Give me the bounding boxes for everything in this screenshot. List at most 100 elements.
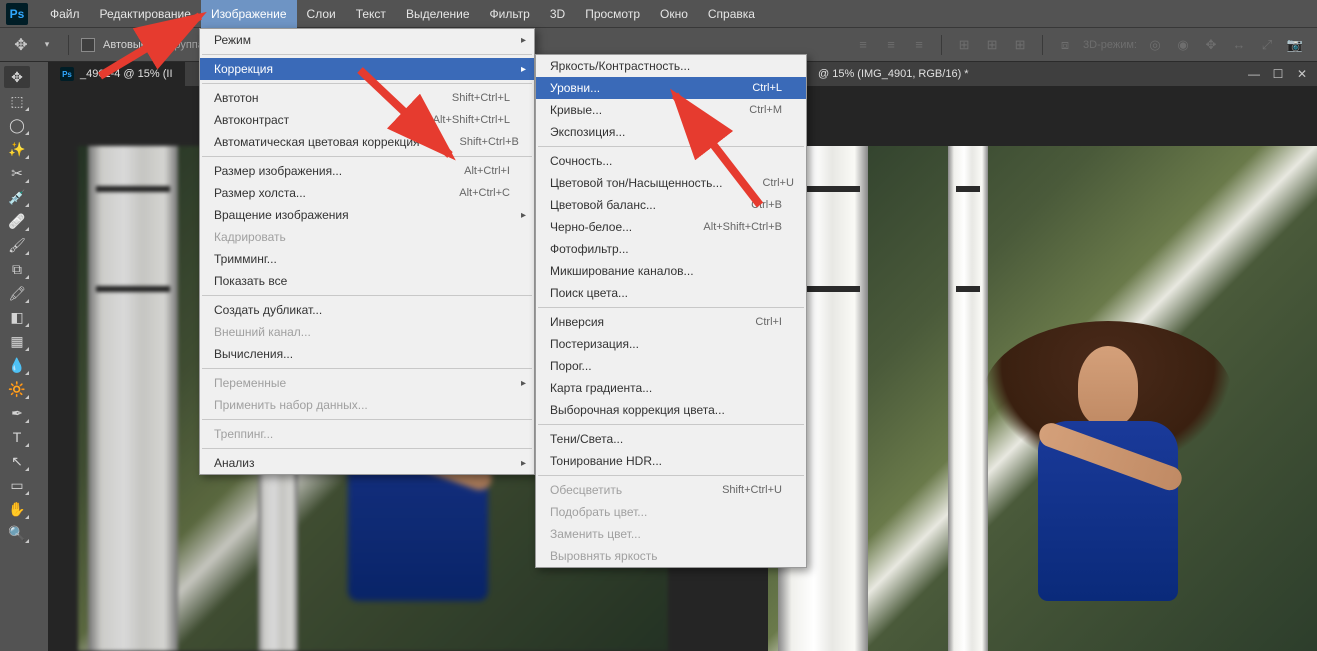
history-brush-tool[interactable]: 🖍 — [4, 282, 30, 304]
autoselect-checkbox[interactable] — [81, 38, 95, 52]
image-menu-item-10[interactable]: Вращение изображения — [200, 204, 534, 226]
menu-separator — [202, 419, 532, 420]
type-tool[interactable]: T — [4, 426, 30, 448]
adjust-menu-item-20[interactable]: Тонирование HDR... — [536, 450, 806, 472]
autoselect-label: Автовыбор: — [103, 39, 162, 51]
3d-icon[interactable]: ⧈ — [1055, 35, 1075, 55]
3d-slide-icon[interactable]: ↔ — [1229, 35, 1249, 55]
blur-tool[interactable]: 💧 — [4, 354, 30, 376]
menu-view[interactable]: Просмотр — [575, 0, 650, 28]
image-menu-item-19: Переменные — [200, 372, 534, 394]
menu-item-label: Создать дубликат... — [214, 303, 322, 317]
zoom-tool[interactable]: 🔍 — [4, 522, 30, 544]
gradient-tool[interactable]: ▦ — [4, 330, 30, 352]
image-menu-item-0[interactable]: Режим — [200, 29, 534, 51]
image-menu-item-15[interactable]: Создать дубликат... — [200, 299, 534, 321]
adjust-menu-item-10[interactable]: Микширование каналов... — [536, 260, 806, 282]
adjust-menu-item-14[interactable]: Постеризация... — [536, 333, 806, 355]
3d-orbit-icon[interactable]: ◎ — [1145, 35, 1165, 55]
adjust-menu-item-16[interactable]: Карта градиента... — [536, 377, 806, 399]
align-left-icon[interactable]: ≡ — [853, 35, 873, 55]
menu-item-label: Заменить цвет... — [550, 527, 641, 541]
adjust-menu-item-19[interactable]: Тени/Света... — [536, 428, 806, 450]
close-button[interactable]: ✕ — [1291, 65, 1313, 83]
image-menu-item-8[interactable]: Размер изображения...Alt+Ctrl+I — [200, 160, 534, 182]
distribute-2-icon[interactable]: ⊞ — [982, 35, 1002, 55]
adjust-menu-item-25: Выровнять яркость — [536, 545, 806, 567]
clone-stamp-tool[interactable]: ⧉ — [4, 258, 30, 280]
menu-item-label: Вычисления... — [214, 347, 293, 361]
adjust-menu-item-13[interactable]: ИнверсияCtrl+I — [536, 311, 806, 333]
menu-item-label: Тримминг... — [214, 252, 277, 266]
menu-bar: Ps Файл Редактирование Изображение Слои … — [0, 0, 1317, 28]
distribute-3-icon[interactable]: ⊞ — [1010, 35, 1030, 55]
image-menu-item-4[interactable]: АвтотонShift+Ctrl+L — [200, 87, 534, 109]
3d-scale-icon[interactable]: ⤢ — [1257, 35, 1277, 55]
magic-wand-tool[interactable]: ✨ — [4, 138, 30, 160]
adjust-menu-item-8[interactable]: Черно-белое...Alt+Shift+Ctrl+B — [536, 216, 806, 238]
menu-item-label: Анализ — [214, 456, 255, 470]
menu-select[interactable]: Выделение — [396, 0, 480, 28]
adjust-menu-item-1[interactable]: Уровни...Ctrl+L — [536, 77, 806, 99]
maximize-button[interactable]: ☐ — [1267, 65, 1289, 83]
lasso-tool[interactable]: ◯ — [4, 114, 30, 136]
3d-pan-icon[interactable]: ✥ — [1201, 35, 1221, 55]
document-tab-2-title[interactable]: @ 15% (IMG_4901, RGB/16) * — [818, 68, 969, 80]
image-menu-item-17[interactable]: Вычисления... — [200, 343, 534, 365]
menu-layers[interactable]: Слои — [297, 0, 346, 28]
menu-filter[interactable]: Фильтр — [480, 0, 540, 28]
adjust-menu-item-11[interactable]: Поиск цвета... — [536, 282, 806, 304]
menu-help[interactable]: Справка — [698, 0, 765, 28]
distribute-1-icon[interactable]: ⊞ — [954, 35, 974, 55]
image-menu-item-24[interactable]: Анализ — [200, 452, 534, 474]
move-tool[interactable]: ✥ — [4, 66, 30, 88]
3d-roll-icon[interactable]: ◉ — [1173, 35, 1193, 55]
adjust-menu-item-17[interactable]: Выборочная коррекция цвета... — [536, 399, 806, 421]
adjust-menu-item-5[interactable]: Сочность... — [536, 150, 806, 172]
pen-tool[interactable]: ✒ — [4, 402, 30, 424]
hand-tool[interactable]: ✋ — [4, 498, 30, 520]
adjustments-submenu: Яркость/Контрастность...Уровни...Ctrl+LК… — [535, 54, 807, 568]
menu-image[interactable]: Изображение — [201, 0, 297, 28]
window-controls: — ☐ ✕ — [1243, 62, 1313, 86]
adjust-menu-item-2[interactable]: Кривые...Ctrl+M — [536, 99, 806, 121]
eyedropper-tool[interactable]: 💉 — [4, 186, 30, 208]
path-selection-tool[interactable]: ↖ — [4, 450, 30, 472]
menu-window[interactable]: Окно — [650, 0, 698, 28]
menu-edit[interactable]: Редактирование — [90, 0, 201, 28]
menu-item-label: Тени/Света... — [550, 432, 623, 446]
menu-separator — [538, 475, 804, 476]
image-menu-item-5[interactable]: АвтоконтрастAlt+Shift+Ctrl+L — [200, 109, 534, 131]
menu-file[interactable]: Файл — [40, 0, 90, 28]
document-tab-1[interactable]: Ps _4901-4 @ 15% (II — [48, 62, 185, 86]
dropdown-icon[interactable]: ▾ — [38, 36, 56, 54]
minimize-button[interactable]: — — [1243, 65, 1265, 83]
brush-tool[interactable]: 🖌 — [4, 234, 30, 256]
image-menu-item-6[interactable]: Автоматическая цветовая коррекцияShift+C… — [200, 131, 534, 153]
rectangle-tool[interactable]: ▭ — [4, 474, 30, 496]
eraser-tool[interactable]: ◧ — [4, 306, 30, 328]
adjust-menu-item-9[interactable]: Фотофильтр... — [536, 238, 806, 260]
3d-camera-icon[interactable]: 📷 — [1285, 35, 1305, 55]
menu-item-label: Кривые... — [550, 103, 602, 117]
menu-type[interactable]: Текст — [346, 0, 396, 28]
adjust-menu-item-0[interactable]: Яркость/Контрастность... — [536, 55, 806, 77]
crop-tool[interactable]: ✂ — [4, 162, 30, 184]
adjust-menu-item-6[interactable]: Цветовой тон/Насыщенность...Ctrl+U — [536, 172, 806, 194]
align-right-icon[interactable]: ≡ — [909, 35, 929, 55]
adjust-menu-item-3[interactable]: Экспозиция... — [536, 121, 806, 143]
dodge-tool[interactable]: 🔆 — [4, 378, 30, 400]
adjust-menu-item-7[interactable]: Цветовой баланс...Ctrl+B — [536, 194, 806, 216]
image-menu-item-13[interactable]: Показать все — [200, 270, 534, 292]
menu-3d[interactable]: 3D — [540, 0, 575, 28]
image-menu-item-11: Кадрировать — [200, 226, 534, 248]
image-menu-item-2[interactable]: Коррекция — [200, 58, 534, 80]
marquee-tool[interactable]: ⬚ — [4, 90, 30, 112]
image-menu-item-9[interactable]: Размер холста...Alt+Ctrl+C — [200, 182, 534, 204]
menu-item-shortcut: Alt+Shift+Ctrl+B — [703, 221, 782, 233]
image-menu-item-12[interactable]: Тримминг... — [200, 248, 534, 270]
healing-brush-tool[interactable]: 🩹 — [4, 210, 30, 232]
menu-item-label: Поиск цвета... — [550, 286, 628, 300]
adjust-menu-item-15[interactable]: Порог... — [536, 355, 806, 377]
align-center-icon[interactable]: ≡ — [881, 35, 901, 55]
